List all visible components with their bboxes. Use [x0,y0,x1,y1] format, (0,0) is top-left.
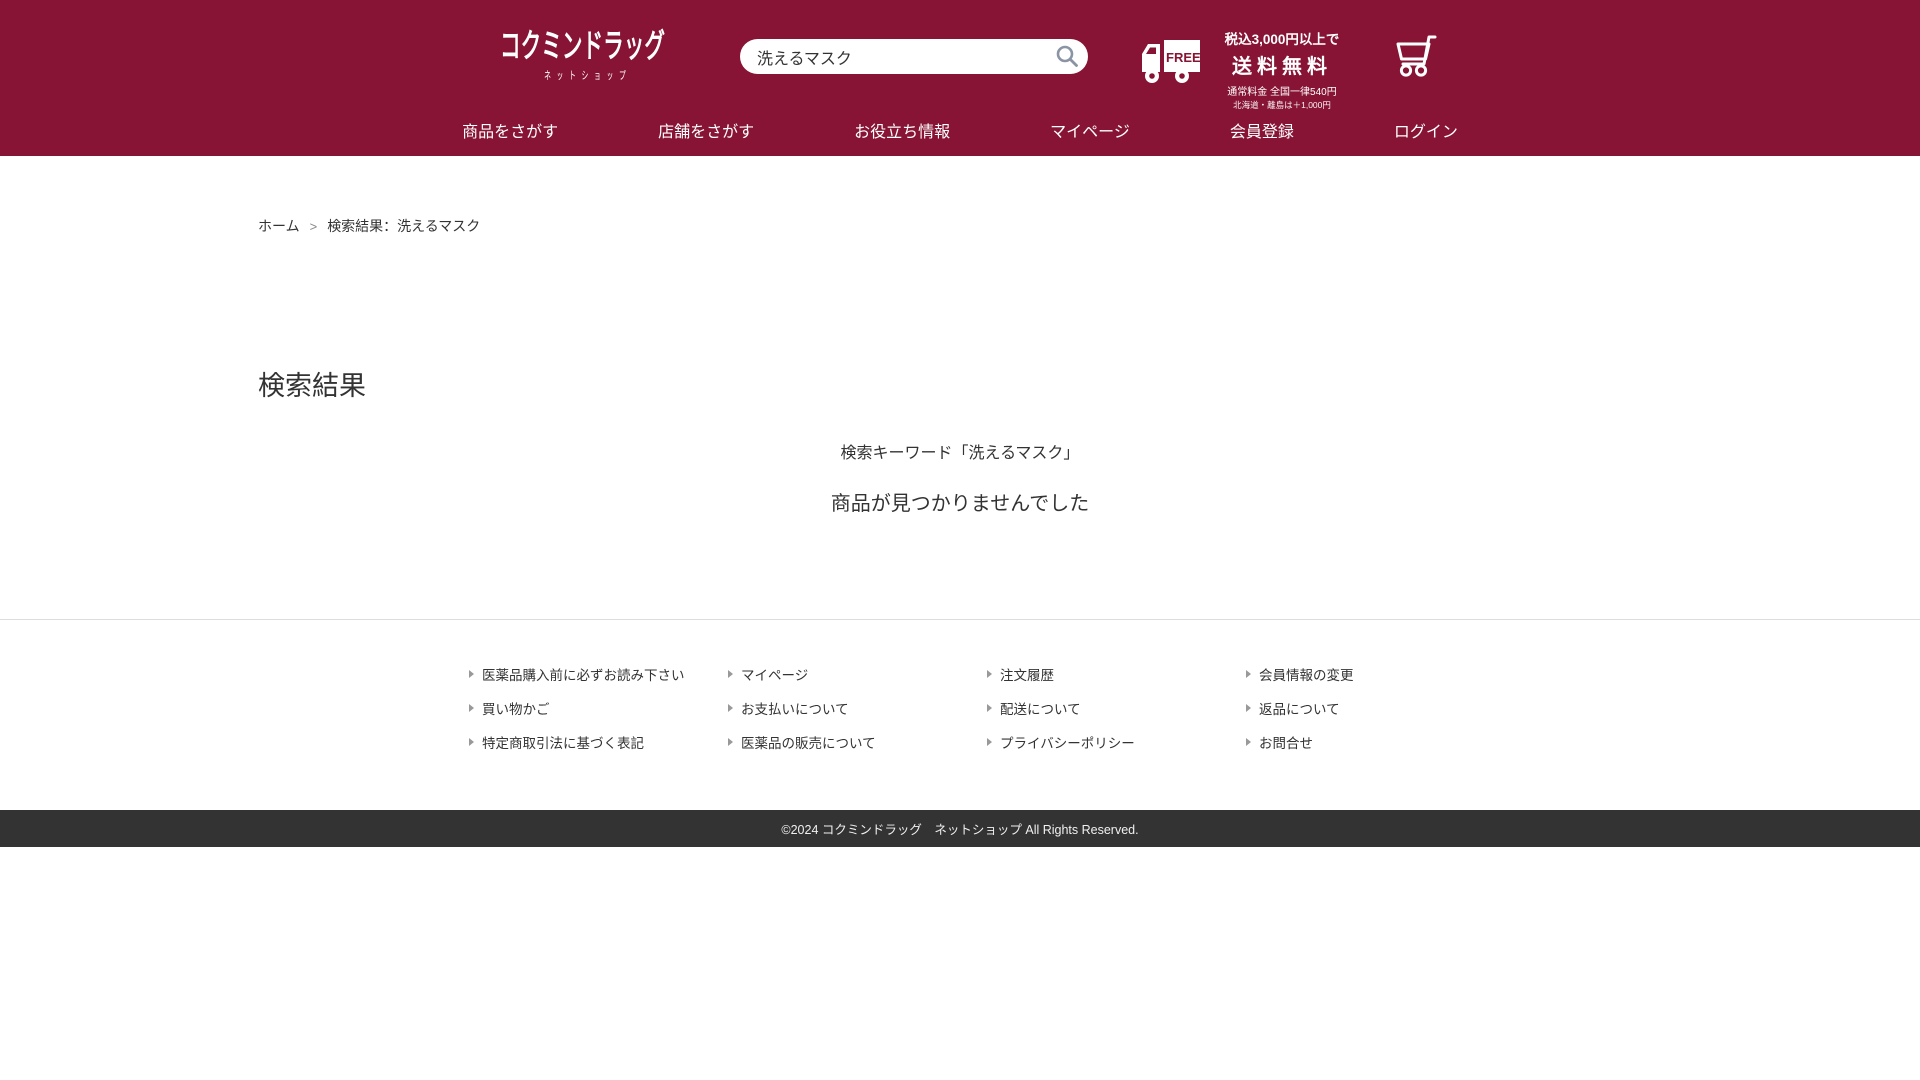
footer-link-label: 会員情報の変更 [1259,664,1354,684]
footer-link-label: 買い物かご [482,698,550,718]
search-keyword-line: 検索キーワード「洗えるマスク」 [258,439,1662,463]
footer-link-label: プライバシーポリシー [1000,732,1135,752]
footer-link-label: お問合せ [1259,732,1313,752]
site-logo[interactable]: コクミンドラッグ ネットショップ [500,28,670,83]
arrow-bullet-icon [1246,670,1251,678]
shipping-text: 税込3,000円以上で 送料無料 通常料金 全国一律540円 北海道・離島は＋1… [1208,28,1356,111]
copyright-bar: ©2024 コクミンドラッグ ネットショップ All Rights Reserv… [0,810,1920,847]
breadcrumb: ホーム > 検索結果：洗えるマスク [258,216,1662,236]
nav-item-info[interactable]: お役立ち情報 [854,118,950,142]
nav-item-login[interactable]: ログイン [1394,118,1458,142]
footer-link-mypage[interactable]: マイページ [728,664,987,684]
footer-link-privacy-policy[interactable]: プライバシーポリシー [987,732,1246,752]
nav-item-register[interactable]: 会員登録 [1230,118,1294,142]
header-top: コクミンドラッグ ネットショップ FREE [0,0,1920,104]
search-bar [740,39,1088,74]
footer-link-cart[interactable]: 買い物かご [469,698,728,718]
free-shipping-banner: FREE 税込3,000円以上で 送料無料 通常料金 全国一律540円 北海道・… [1140,28,1356,111]
arrow-bullet-icon [469,670,474,678]
footer-link-delivery[interactable]: 配送について [987,698,1246,718]
footer-link-label: お支払いについて [741,698,849,718]
arrow-bullet-icon [728,704,733,712]
footer-link-returns[interactable]: 返品について [1246,698,1505,718]
search-results-section: 検索結果 検索キーワード「洗えるマスク」 商品が見つかりませんでした [258,364,1662,619]
shipping-threshold: 税込3,000円以上で [1208,28,1356,48]
footer-column-3: 注文履歴 配送について プライバシーポリシー [987,664,1246,752]
footer-link-label: 返品について [1259,698,1340,718]
logo-subtitle: ネットショップ [500,67,670,83]
footer-link-label: マイページ [741,664,808,684]
footer-column-4: 会員情報の変更 返品について お問合せ [1246,664,1505,752]
footer-link-label: 医薬品購入前に必ずお読み下さい [482,664,685,684]
copyright-text: ©2024 コクミンドラッグ ネットショップ All Rights Reserv… [781,819,1138,838]
footer-links: 医薬品購入前に必ずお読み下さい 買い物かご 特定商取引法に基づく表記 マイページ… [469,620,1505,810]
footer-column-2: マイページ お支払いについて 医薬品の販売について [728,664,987,752]
footer-link-label: 特定商取引法に基づく表記 [482,732,644,752]
footer-link-label: 医薬品の販売について [741,732,876,752]
nav-item-stores[interactable]: 店舗をさがす [658,118,754,142]
breadcrumb-separator: > [310,219,318,234]
arrow-bullet-icon [1246,704,1251,712]
arrow-bullet-icon [728,738,733,746]
footer-link-contact[interactable]: お問合せ [1246,732,1505,752]
search-input[interactable] [740,39,1088,74]
logo-lockup: コクミンドラッグ ネットショップ [500,28,670,83]
nav-item-mypage[interactable]: マイページ [1050,118,1130,142]
cart-button[interactable] [1391,33,1439,77]
footer-link-drug-sales[interactable]: 医薬品の販売について [728,732,987,752]
footer-link-drug-notice[interactable]: 医薬品購入前に必ずお読み下さい [469,664,728,684]
cart-icon [1391,33,1439,77]
shipping-normal-fee: 通常料金 全国一律540円 [1208,83,1356,98]
arrow-bullet-icon [1246,738,1251,746]
footer-column-1: 医薬品購入前に必ずお読み下さい 買い物かご 特定商取引法に基づく表記 [469,664,728,752]
footer-link-order-history[interactable]: 注文履歴 [987,664,1246,684]
site-footer: 医薬品購入前に必ずお読み下さい 買い物かご 特定商取引法に基づく表記 マイページ… [0,620,1920,847]
logo-title: コクミンドラッグ [500,28,670,64]
site-header: コクミンドラッグ ネットショップ FREE [0,0,1920,156]
search-icon [1054,43,1080,69]
breadcrumb-home-link[interactable]: ホーム [258,218,300,234]
arrow-bullet-icon [987,704,992,712]
main-nav: 商品をさがす 店舗をさがす お役立ち情報 マイページ 会員登録 ログイン [0,104,1920,156]
footer-link-member-info[interactable]: 会員情報の変更 [1246,664,1505,684]
breadcrumb-current: 検索結果：洗えるマスク [327,218,480,234]
shipping-free-label: 送料無料 [1208,50,1356,79]
arrow-bullet-icon [728,670,733,678]
footer-link-label: 注文履歴 [1000,664,1054,684]
nav-item-products[interactable]: 商品をさがす [462,118,558,142]
search-button[interactable] [1052,42,1082,72]
footer-link-payment[interactable]: お支払いについて [728,698,987,718]
spacer [258,516,1662,619]
footer-link-label: 配送について [1000,698,1081,718]
delivery-truck-icon: FREE [1140,38,1202,84]
footer-link-commercial-law[interactable]: 特定商取引法に基づく表記 [469,732,728,752]
arrow-bullet-icon [987,670,992,678]
free-badge-text: FREE [1166,50,1201,65]
arrow-bullet-icon [469,704,474,712]
arrow-bullet-icon [469,738,474,746]
page-title: 検索結果 [258,364,1662,403]
arrow-bullet-icon [987,738,992,746]
no-result-message: 商品が見つかりませんでした [258,487,1662,516]
